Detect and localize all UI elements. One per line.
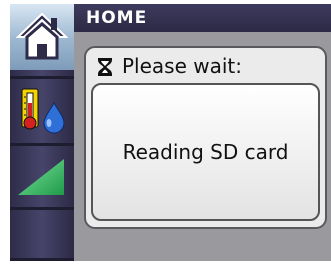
- dialog-message: Reading SD card: [122, 140, 289, 164]
- dialog-body: Reading SD card: [91, 83, 320, 221]
- dialog-title: Please wait:: [122, 54, 243, 78]
- temperature-humidity-icon: [21, 88, 65, 134]
- sidebar-item-climate[interactable]: [10, 76, 74, 146]
- header: HOME: [74, 4, 331, 32]
- sidebar: [10, 4, 74, 261]
- sidebar-bottom-divider: [10, 258, 74, 261]
- dialog-title-row: Please wait:: [94, 54, 319, 80]
- level-ramp-icon: [18, 159, 64, 195]
- hourglass-icon: [98, 58, 112, 76]
- sidebar-item-empty: [10, 210, 74, 261]
- sidebar-item-level[interactable]: [10, 143, 74, 210]
- wait-dialog: Please wait: Reading SD card: [84, 46, 327, 229]
- sidebar-item-home[interactable]: [10, 4, 74, 70]
- page-title: HOME: [86, 8, 148, 28]
- home-icon: [16, 12, 68, 60]
- main-panel: Please wait: Reading SD card: [74, 32, 331, 261]
